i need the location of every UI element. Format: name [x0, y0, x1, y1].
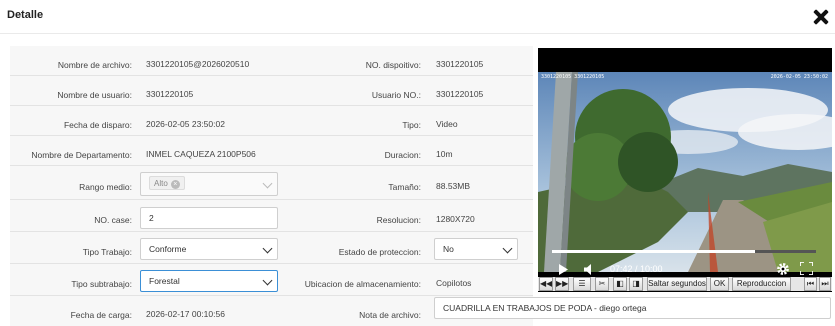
device-no-value: 3301220105 [436, 59, 484, 69]
gear-icon[interactable] [776, 262, 790, 276]
progress-bar[interactable] [552, 250, 816, 253]
form-row: Tipo Trabajo: Conforme Estado de protecc… [10, 232, 533, 264]
cut-button[interactable]: ✂ [595, 277, 609, 291]
form-row: Nombre de usuario: 3301220105 Usuario NO… [10, 76, 533, 106]
user-name-label: Nombre de usuario: [57, 90, 132, 100]
user-no-value: 3301220105 [436, 89, 484, 99]
rewind-button[interactable]: ◀◀ [539, 277, 553, 291]
file-name-value: 3301220105@2026020510 [146, 59, 250, 69]
previous-button[interactable]: ⏮ [804, 277, 817, 291]
tag-remove-icon[interactable]: × [170, 180, 180, 189]
protection-label: Estado de proteccion: [338, 247, 421, 257]
upload-date-label: Fecha de carga: [70, 310, 132, 320]
form-row: Fecha de disparo: 2026-02-05 23:50:02 Ti… [10, 106, 533, 136]
chevron-down-icon [262, 275, 273, 286]
dialog-header: Detalle [0, 0, 835, 34]
file-name-label: Nombre de archivo: [57, 60, 132, 70]
range-label: Rango medio: [79, 182, 132, 192]
resolution-label: Resolucion: [376, 215, 421, 225]
subwork-type-label: Tipo subtrabajo: [71, 279, 132, 289]
subwork-type-select[interactable]: Forestal [140, 270, 278, 292]
user-no-label: Usuario NO.: [371, 90, 421, 100]
play-icon[interactable] [558, 264, 568, 275]
protection-value: No [443, 244, 454, 254]
subwork-type-value: Forestal [149, 276, 180, 286]
department-value: INMEL CAQUEZA 2100P506 [146, 149, 256, 159]
file-note-label: Nota de archivo: [359, 310, 421, 320]
storage-value: Copilotos [436, 278, 472, 288]
playback-toolbar: ◀◀ ▶▶ ☰ ✂ ◧ ◨ Saltar segundos OK Reprodu… [538, 277, 832, 291]
frame-back-button[interactable]: ◧ [613, 277, 627, 291]
ok-button[interactable]: OK [710, 277, 729, 291]
video-frame [538, 72, 832, 272]
list-button[interactable]: ☰ [573, 277, 591, 291]
form-row: Tipo subtrabajo: Forestal Ubicacion de a… [10, 264, 533, 296]
chevron-down-icon [262, 243, 273, 254]
form-row: Nombre de Departamento: INMEL CAQUEZA 21… [10, 136, 533, 166]
type-value: Video [436, 119, 458, 129]
dialog-title: Detalle [7, 9, 44, 21]
frame-forward-button[interactable]: ◨ [629, 277, 643, 291]
duration-value: 10m [436, 149, 453, 159]
fast-forward-button[interactable]: ▶▶ [555, 277, 569, 291]
skip-seconds-input[interactable]: Saltar segundos [647, 277, 707, 291]
video-overlay-left: 3301220105 3301220105 [541, 74, 605, 80]
type-label: Tipo: [402, 120, 421, 130]
work-type-value: Conforme [149, 244, 187, 254]
next-button[interactable]: ⏭ [819, 277, 831, 291]
video-scene [538, 72, 832, 272]
form-row: Nombre de archivo: 3301220105@2026020510… [10, 46, 533, 76]
form-row: NO. case: 2 Resolucion: 1280X720 [10, 200, 533, 232]
video-overlay-right: 2026-02-05 23:50:02 [770, 74, 828, 80]
playback-button[interactable]: Reproduccion [732, 277, 791, 291]
details-form: Nombre de archivo: 3301220105@2026020510… [10, 46, 533, 326]
trigger-date-label: Fecha de disparo: [63, 120, 132, 130]
time-display: 07:42 / 10:00 [610, 264, 663, 274]
progress-fill [552, 250, 756, 253]
department-label: Nombre de Departamento: [31, 150, 132, 160]
work-type-label: Tipo Trabajo: [82, 247, 132, 257]
protection-select[interactable]: No [434, 238, 518, 260]
size-label: Tamaño: [388, 182, 421, 192]
upload-date-value: 2026-02-17 00:10:56 [146, 309, 225, 319]
volume-icon[interactable] [584, 264, 596, 275]
user-name-value: 3301220105 [146, 89, 194, 99]
duration-label: Duracion: [384, 150, 421, 160]
work-type-select[interactable]: Conforme [140, 238, 278, 260]
range-tag-text: Alto [154, 179, 168, 188]
video-player[interactable]: 3301220105 3301220105 2026-02-05 23:50:0… [538, 48, 832, 292]
close-icon[interactable] [811, 7, 831, 27]
case-no-label: NO. case: [94, 215, 132, 225]
device-no-label: NO. dispoitivo: [365, 60, 421, 70]
range-tag: Alto × [149, 176, 185, 190]
chevron-down-icon [262, 178, 273, 189]
range-multiselect[interactable]: Alto × [140, 172, 278, 196]
size-value: 88.53MB [436, 181, 471, 191]
storage-label: Ubicacion de almacenamiento: [304, 279, 421, 289]
trigger-date-value: 2026-02-05 23:50:02 [146, 119, 225, 129]
fullscreen-icon[interactable] [800, 262, 813, 275]
chevron-down-icon [502, 243, 513, 254]
file-note-input[interactable]: CUADRILLA EN TRABAJOS DE PODA - diego or… [434, 297, 831, 319]
case-no-input[interactable]: 2 [140, 207, 278, 229]
form-row: Rango medio: Alto × Tamaño: 88.53MB [10, 166, 533, 200]
resolution-value: 1280X720 [436, 214, 475, 224]
